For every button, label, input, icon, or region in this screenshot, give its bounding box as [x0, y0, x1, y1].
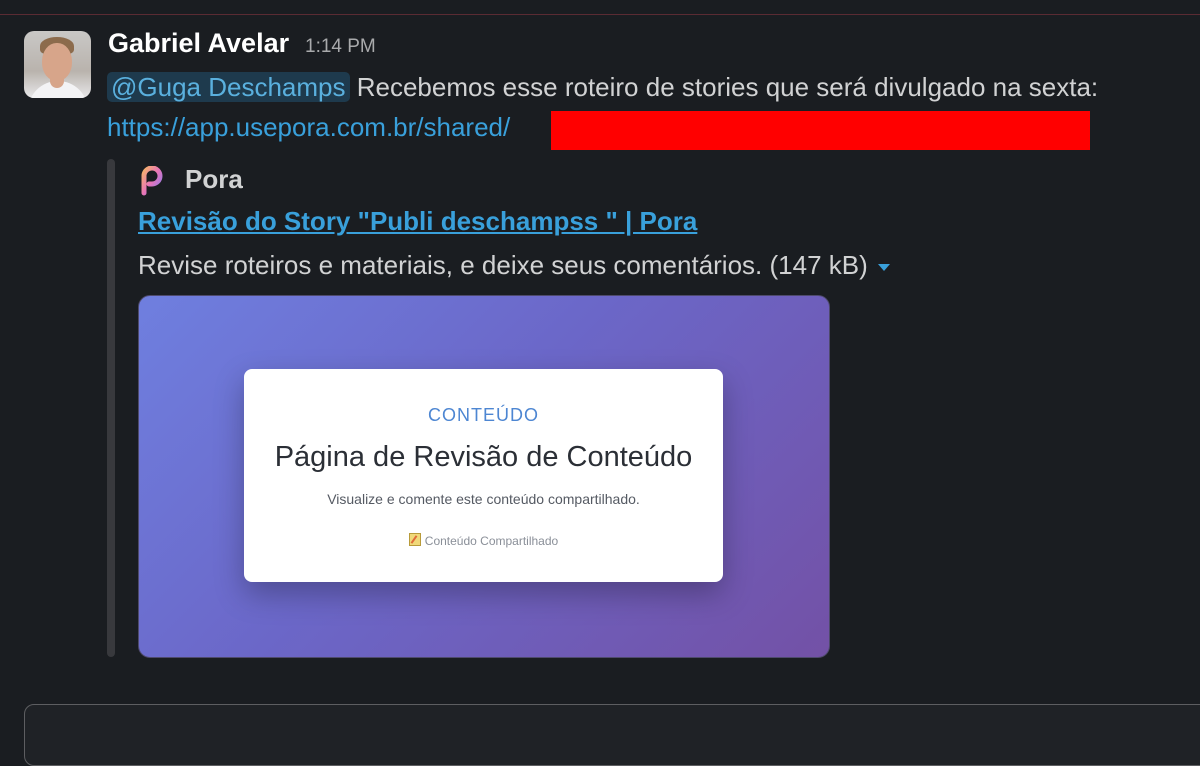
memo-icon	[408, 533, 421, 546]
author-name[interactable]: Gabriel Avelar	[108, 28, 289, 59]
avatar[interactable]	[24, 31, 91, 98]
preview-card: CONTEÚDO Página de Revisão de Conteúdo V…	[244, 369, 723, 582]
attachment-site-name: Pora	[185, 164, 243, 194]
attachment-description: Revise roteiros e materiais, e deixe seu…	[138, 250, 890, 281]
attachment-preview-image[interactable]: CONTEÚDO Página de Revisão de Conteúdo V…	[138, 295, 830, 658]
preview-heading: Página de Revisão de Conteúdo	[274, 441, 693, 473]
message-composer[interactable]	[24, 704, 1200, 766]
preview-badge-text: Conteúdo Compartilhado	[424, 534, 559, 548]
message-link-line: https://app.usepora.com.br/shared/	[107, 112, 510, 143]
attachment-title-link[interactable]: Revisão do Story "Publi deschampss " | P…	[138, 206, 697, 237]
message-timestamp[interactable]: 1:14 PM	[305, 36, 376, 58]
message-text: @Guga Deschamps Recebemos esse roteiro d…	[107, 72, 1098, 103]
pora-logo-icon	[141, 166, 163, 196]
preview-badge: Conteúdo Compartilhado	[244, 533, 723, 548]
redaction-box	[551, 111, 1090, 150]
message-body: Recebemos esse roteiro de stories que se…	[349, 72, 1099, 102]
collapse-caret-icon[interactable]	[877, 263, 890, 271]
attachment-description-text: Revise roteiros e materiais, e deixe seu…	[138, 250, 868, 280]
unread-divider	[0, 14, 1200, 15]
preview-subtitle: Visualize e comente este conteúdo compar…	[327, 491, 640, 507]
preview-eyebrow: CONTEÚDO	[428, 405, 539, 425]
attachment-bar	[107, 159, 115, 657]
shared-link[interactable]: https://app.usepora.com.br/shared/	[107, 112, 510, 142]
user-mention[interactable]: @Guga Deschamps	[107, 72, 350, 102]
